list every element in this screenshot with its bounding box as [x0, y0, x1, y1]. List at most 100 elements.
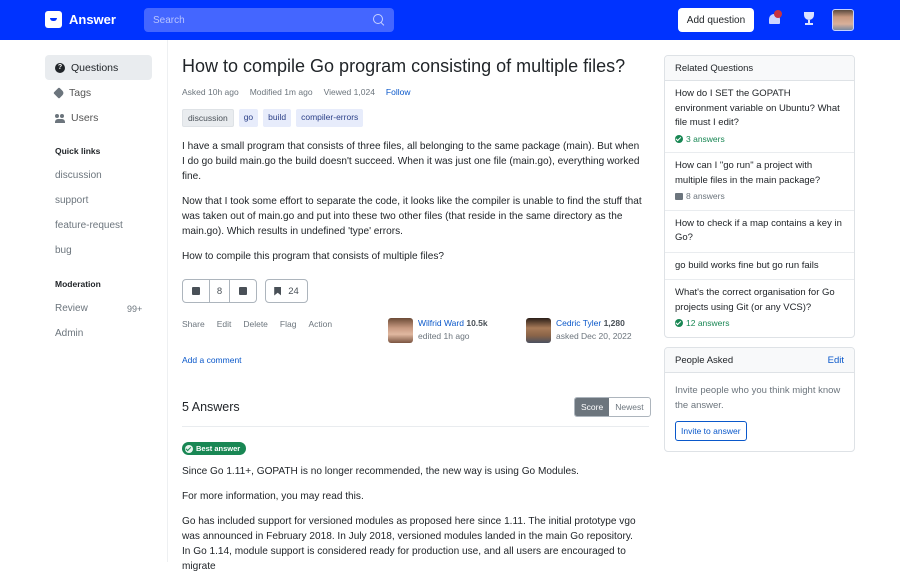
related-questions-card: Related Questions How do I SET the GOPAT…	[664, 55, 855, 338]
sidebar-item-label: Questions	[71, 61, 119, 74]
editor-name[interactable]: Wilfrid Ward	[418, 318, 464, 328]
related-questions-header: Related Questions	[665, 56, 854, 81]
upvote-button[interactable]	[183, 280, 209, 302]
people-asked-card: People Asked Edit Invite people who you …	[664, 347, 855, 452]
vote-count: 8	[209, 280, 230, 302]
asked-date: asked Dec 20, 2022	[556, 331, 632, 341]
related-question-link[interactable]: go build works fine but go run fails	[675, 259, 844, 274]
related-question-item[interactable]: go build works fine but go run fails	[665, 253, 854, 280]
action-link[interactable]: Action	[308, 319, 332, 329]
answers-heading: 5 Answers	[182, 400, 240, 414]
answer-count: 8 answers	[675, 189, 844, 204]
users-icon	[55, 113, 65, 123]
tag-compiler-errors[interactable]: compiler-errors	[296, 109, 364, 127]
related-question-item[interactable]: How to check if a map contains a key in …	[665, 211, 854, 253]
tag-icon	[53, 86, 65, 99]
question-paragraph: How to compile this program that consist…	[182, 251, 444, 262]
review-count-badge: 99+	[127, 304, 143, 314]
sidebar-item-label: Users	[71, 111, 99, 124]
user-avatar[interactable]	[832, 9, 854, 31]
quick-link-bug[interactable]: bug	[55, 245, 72, 256]
downvote-button[interactable]	[230, 280, 256, 302]
quick-link-discussion[interactable]: discussion	[55, 170, 102, 181]
answer-count: 3 answers	[675, 132, 844, 147]
bookmark-count: 24	[288, 285, 299, 297]
tag-list: discussion go build compiler-errors	[182, 109, 364, 127]
top-navbar: Answer Add question	[0, 0, 900, 40]
edited-time: edited 1h ago	[418, 331, 470, 341]
check-circle-icon	[675, 134, 683, 143]
answer-count-text: 3 answers	[686, 133, 725, 144]
sidebar-item-questions[interactable]: ? Questions	[45, 55, 152, 80]
divider	[182, 426, 649, 427]
sidebar-item-tags[interactable]: Tags	[45, 80, 152, 105]
tag-go[interactable]: go	[238, 109, 259, 127]
related-question-link[interactable]: How can I "go run" a project with multip…	[675, 159, 844, 188]
related-question-link[interactable]: How to check if a map contains a key in …	[675, 217, 844, 246]
question-paragraph: I have a small program that consists of …	[182, 141, 640, 182]
vote-group: 8	[182, 279, 257, 303]
search-box[interactable]	[144, 8, 394, 32]
related-questions-title: Related Questions	[675, 62, 754, 74]
tag-discussion[interactable]: discussion	[182, 109, 234, 127]
people-edit-link[interactable]: Edit	[828, 355, 844, 366]
asked-time: Asked 10h ago	[182, 87, 239, 97]
sort-score-button[interactable]: Score	[575, 398, 610, 416]
answer-count: 12 answers	[675, 316, 844, 331]
best-answer-label: Best answer	[196, 444, 241, 453]
logo[interactable]: Answer	[45, 11, 116, 28]
share-link[interactable]: Share	[182, 319, 205, 329]
answer-paragraph: Since Go 1.11+, GOPATH is no longer reco…	[182, 466, 579, 477]
sort-newest-button[interactable]: Newest	[609, 398, 649, 416]
modified-time: Modified 1m ago	[249, 87, 313, 97]
search-icon[interactable]	[373, 14, 385, 26]
answer-paragraph: Go has included support for versioned mo…	[182, 516, 636, 572]
author-avatar[interactable]	[526, 318, 551, 343]
edit-link[interactable]: Edit	[217, 319, 232, 329]
quick-links-heading: Quick links	[55, 146, 101, 156]
people-asked-header: People Asked Edit	[665, 348, 854, 373]
moderation-admin[interactable]: Admin	[55, 328, 83, 339]
invite-to-answer-button[interactable]: Invite to answer	[675, 421, 747, 441]
author-name[interactable]: Cedric Tyler	[556, 318, 601, 328]
related-question-item[interactable]: How do I SET the GOPATH environment vari…	[665, 81, 854, 153]
related-question-link[interactable]: How do I SET the GOPATH environment vari…	[675, 87, 844, 131]
answer-count-text: 12 answers	[686, 318, 730, 328]
editor-name-line[interactable]: Wilfrid Ward 10.5k	[418, 318, 488, 328]
moderation-review[interactable]: Review	[55, 303, 88, 314]
bookmark-button[interactable]: 24	[265, 279, 308, 303]
quick-link-feature-request[interactable]: feature-request	[55, 220, 123, 231]
comment-icon	[675, 192, 683, 200]
check-circle-icon	[675, 319, 683, 328]
best-answer-badge: Best answer	[182, 442, 247, 455]
thumbs-up-icon	[192, 287, 200, 295]
answer-sort-toggle: Score Newest	[574, 397, 651, 417]
notification-bell-icon[interactable]	[768, 10, 782, 26]
search-input[interactable]	[153, 14, 373, 26]
quick-link-support[interactable]: support	[55, 195, 88, 206]
bookmark-icon	[274, 286, 282, 296]
add-comment-link[interactable]: Add a comment	[182, 355, 242, 365]
delete-link[interactable]: Delete	[243, 319, 268, 329]
add-question-button[interactable]: Add question	[678, 8, 754, 32]
question-circle-icon: ?	[55, 62, 65, 73]
trophy-icon[interactable]	[802, 12, 816, 26]
related-question-item[interactable]: What's the correct organisation for Go p…	[665, 280, 854, 337]
editor-avatar[interactable]	[388, 318, 413, 343]
app-name: Answer	[69, 12, 116, 27]
question-title: How to compile Go program consisting of …	[182, 56, 626, 76]
flag-link[interactable]: Flag	[280, 319, 297, 329]
answer-paragraph: For more information, you may read this.	[182, 491, 364, 502]
editor-reputation: 10.5k	[466, 318, 488, 328]
related-question-link[interactable]: What's the correct organisation for Go p…	[675, 286, 844, 315]
logo-icon	[45, 11, 62, 28]
view-count: Viewed 1,024	[323, 87, 375, 97]
author-name-line[interactable]: Cedric Tyler 1,280	[556, 318, 632, 328]
notification-dot	[774, 10, 782, 18]
author-reputation: 1,280	[603, 318, 625, 328]
author-card: Cedric Tyler 1,280 asked Dec 20, 2022	[526, 318, 632, 343]
related-question-item[interactable]: How can I "go run" a project with multip…	[665, 153, 854, 211]
sidebar-item-users[interactable]: Users	[45, 105, 152, 130]
follow-link[interactable]: Follow	[386, 87, 411, 97]
tag-build[interactable]: build	[263, 109, 292, 127]
